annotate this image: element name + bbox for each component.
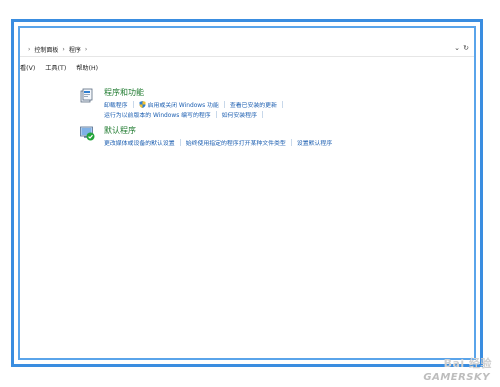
media-device-defaults-link[interactable]: 更改媒体或设备的默认设置 [104,138,175,147]
link-divider [281,100,283,108]
view-installed-updates-link[interactable]: 查看已安装的更新 [230,100,277,109]
how-to-install-link[interactable]: 如何安装程序 [222,110,257,119]
set-default-programs-link[interactable]: 设置默认程序 [297,138,332,147]
uninstall-program-link[interactable]: 卸载程序 [104,100,128,109]
window-frame [18,26,476,360]
default-programs-links: 更改媒体或设备的默认设置 始终使用指定的程序打开某种文件类型 设置默认程序 [104,137,332,147]
breadcrumb: › 控制面板 › 程序 › [28,45,87,54]
breadcrumb-programs[interactable]: 程序 [69,45,81,54]
address-bar[interactable]: › 控制面板 › 程序 › ⌄ ↻ [20,43,474,57]
compatibility-link[interactable]: 运行为以前版本的 Windows 编写的程序 [104,110,211,119]
windows-features-link[interactable]: 启用或关闭 Windows 功能 [148,100,219,109]
link-divider [179,138,181,146]
link-divider [261,110,263,118]
programs-features-links: 卸载程序 启用或关闭 Windows 功能 查看已安装的更新 运行为以前版本的 … [104,99,288,119]
default-programs-title[interactable]: 默认程序 [104,125,136,136]
menu-view[interactable]: 看(V) [20,63,35,72]
refresh-icon[interactable]: ↻ [463,44,469,52]
link-divider [223,100,225,108]
programs-features-title[interactable]: 程序和功能 [104,87,144,98]
breadcrumb-separator: › [84,46,88,53]
file-type-association-link[interactable]: 始终使用指定的程序打开某种文件类型 [186,138,286,147]
menu-tools[interactable]: 工具(T) [45,63,66,72]
link-divider [132,100,134,108]
breadcrumb-separator: › [28,46,31,53]
menu-bar: 看(V) 工具(T) 帮助(H) [20,63,98,72]
default-programs-icon [80,126,95,141]
baidu-watermark: Bai 经验 [443,357,492,370]
breadcrumb-control-panel[interactable]: 控制面板 [34,45,58,54]
chevron-down-icon[interactable]: ⌄ [454,44,460,52]
programs-icon [80,88,95,103]
shield-icon [139,100,146,108]
gamersky-watermark: GAMERSKY [423,372,490,383]
breadcrumb-separator: › [62,46,65,53]
menu-help[interactable]: 帮助(H) [76,63,98,72]
link-divider [215,110,217,118]
link-divider [290,138,292,146]
